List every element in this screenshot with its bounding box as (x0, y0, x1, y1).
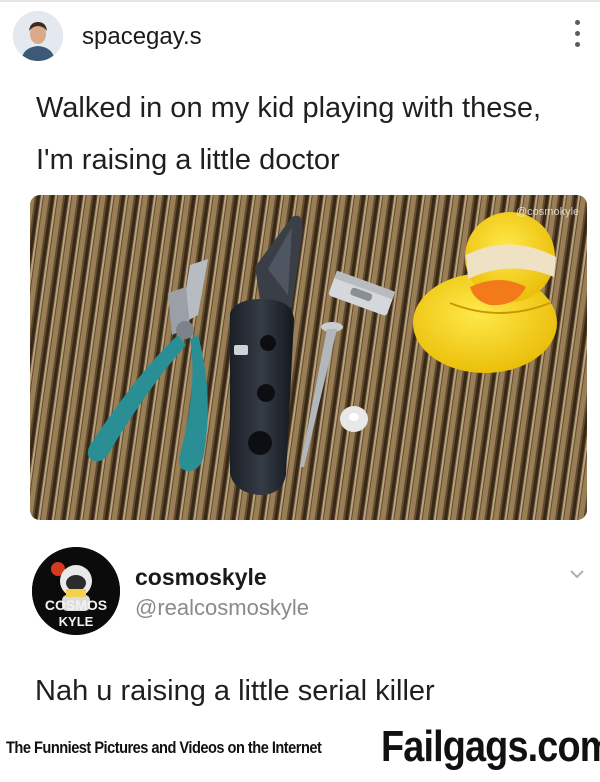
chevron-down-icon[interactable] (569, 566, 585, 582)
top-divider (0, 0, 600, 2)
person-avatar-icon (13, 11, 63, 61)
thumbtack (340, 406, 368, 432)
author-username[interactable]: spacegay.s (82, 23, 202, 51)
avatar-text-bottom: KYLE (59, 614, 94, 629)
post-caption: Walked in on my kid playing with these, … (36, 92, 542, 176)
reply-avatar[interactable]: COSMOS KYLE (32, 547, 120, 635)
photo-watermark: @cosmokyle (516, 206, 579, 218)
reply-text: Nah u raising a little serial killer (35, 675, 435, 707)
post-photo: @cosmokyle (30, 195, 587, 520)
astronaut-logo-icon: COSMOS KYLE (32, 547, 120, 635)
author-avatar[interactable] (13, 11, 63, 61)
footer-brand[interactable]: Failgags.com (381, 722, 600, 772)
more-vertical-icon[interactable] (572, 20, 582, 52)
avatar-text-top: COSMOS (45, 597, 107, 613)
reply-display-name[interactable]: cosmoskyle (135, 564, 267, 591)
footer-tagline: The Funniest Pictures and Videos on the … (6, 738, 322, 757)
reply-handle[interactable]: @realcosmoskyle (135, 595, 309, 621)
